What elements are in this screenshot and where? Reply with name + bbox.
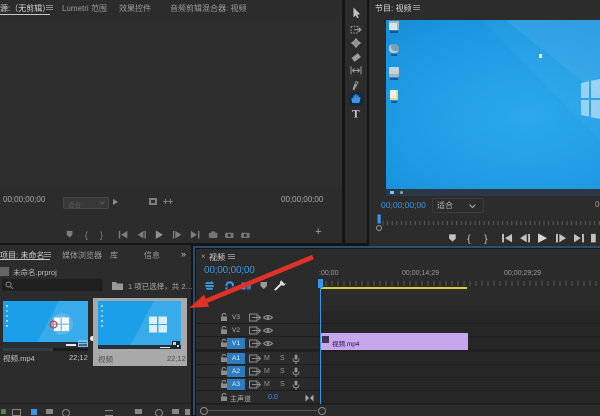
- svg-text:}: }: [100, 230, 103, 240]
- svg-text:{: {: [467, 233, 471, 243]
- svg-text:{: {: [85, 230, 88, 240]
- svg-text:T: T: [352, 109, 360, 121]
- svg-text:}: }: [484, 233, 488, 243]
